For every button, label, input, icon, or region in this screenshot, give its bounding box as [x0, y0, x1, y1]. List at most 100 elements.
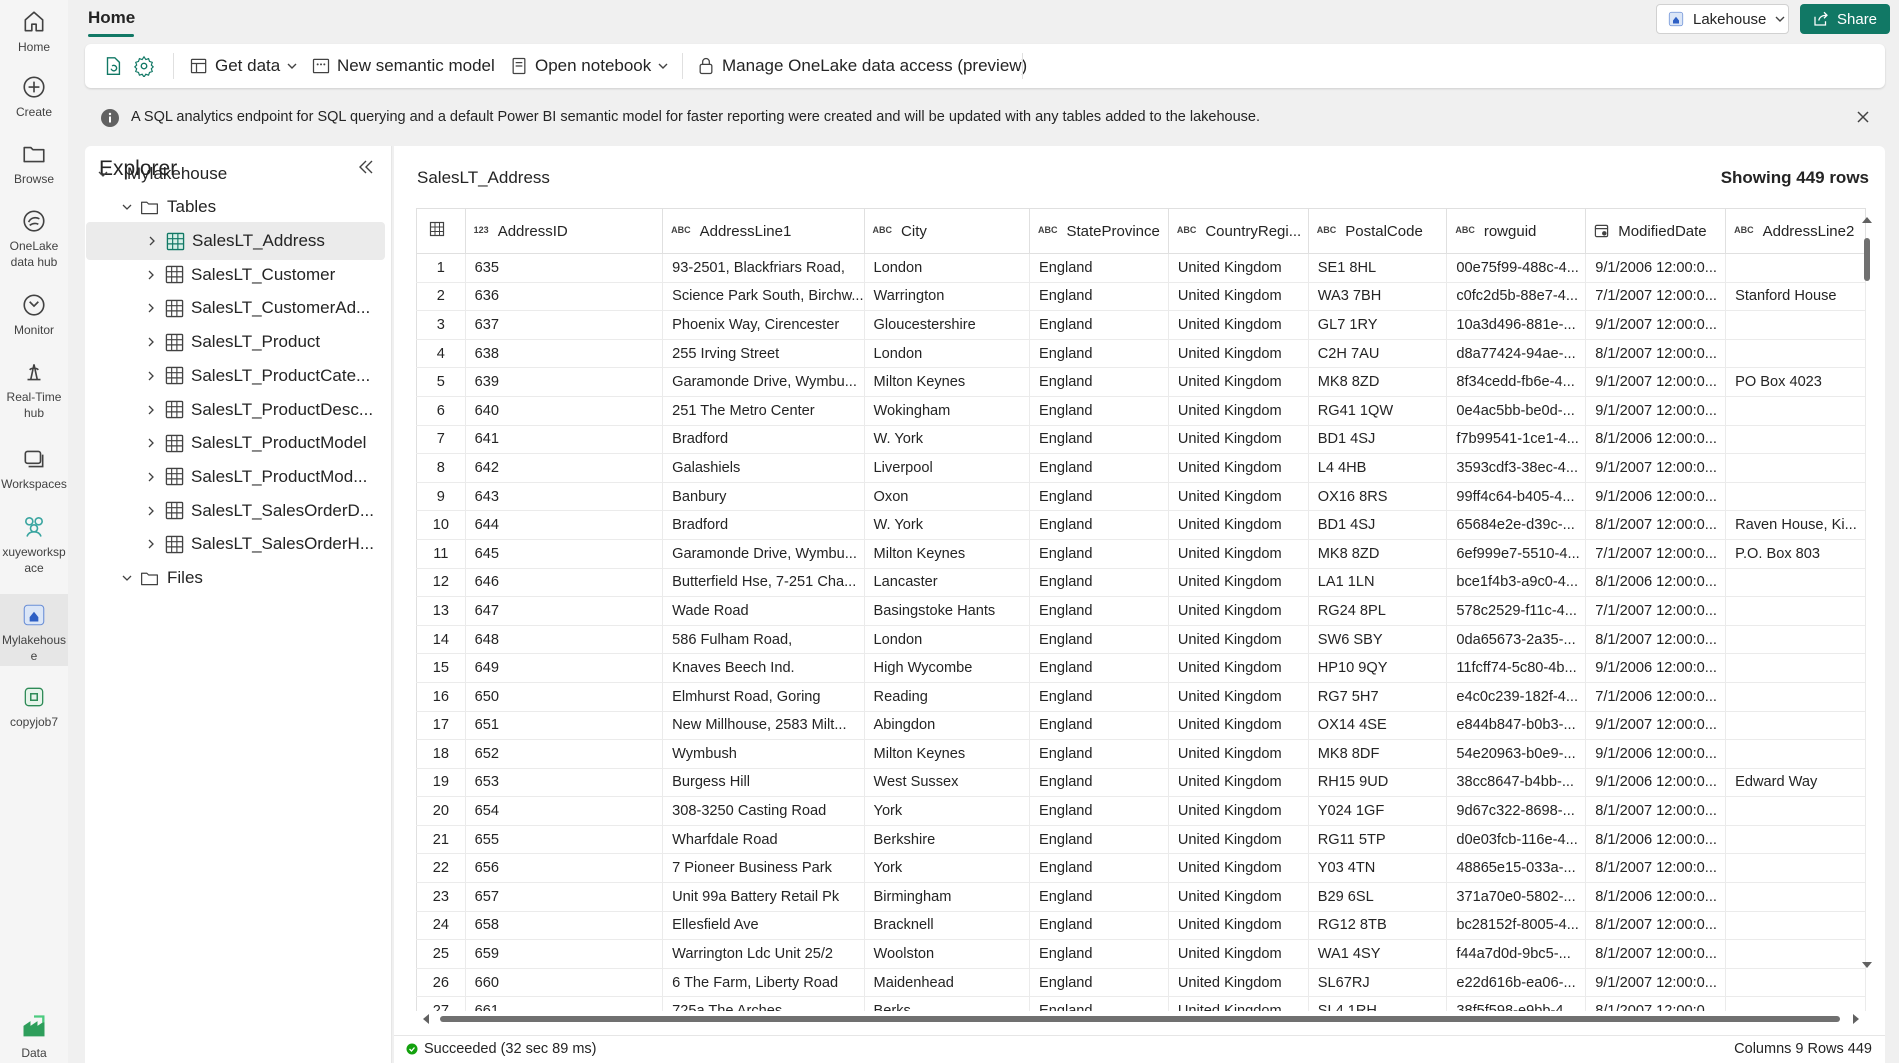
- grid-cell[interactable]: 10a3d496-881e-...: [1446, 310, 1587, 340]
- grid-cell[interactable]: 38cc8647-b4bb-...: [1446, 768, 1587, 798]
- grid-cell[interactable]: MK8 8ZD: [1308, 367, 1448, 397]
- grid-cell[interactable]: B29 6SL: [1308, 882, 1448, 912]
- grid-cell[interactable]: High Wycombe: [864, 653, 1030, 683]
- grid-cell[interactable]: 647: [465, 596, 664, 626]
- grid-cell[interactable]: 8/1/2006 12:00:0...: [1585, 425, 1727, 455]
- grid-cell[interactable]: 3593cdf3-38ec-4...: [1446, 453, 1587, 483]
- grid-cell[interactable]: [1725, 339, 1866, 369]
- grid-cell[interactable]: 54e20963-b0e9-...: [1446, 739, 1587, 769]
- grid-cell[interactable]: RG41 1QW: [1308, 396, 1448, 426]
- grid-cell[interactable]: 8/1/2007 12:00:0...: [1585, 625, 1727, 655]
- grid-cell[interactable]: England: [1029, 968, 1169, 998]
- grid-cell[interactable]: England: [1029, 568, 1169, 598]
- column-header[interactable]: ABC City: [863, 208, 1030, 254]
- grid-cell[interactable]: England: [1029, 425, 1169, 455]
- grid-cell[interactable]: United Kingdom: [1168, 310, 1309, 340]
- grid-cell[interactable]: d8a77424-94ae-...: [1446, 339, 1587, 369]
- grid-cell[interactable]: 251 The Metro Center: [662, 396, 865, 426]
- grid-cell[interactable]: WA3 7BH: [1308, 282, 1448, 312]
- row-number-cell[interactable]: 9: [416, 482, 466, 512]
- grid-cell[interactable]: 650: [465, 682, 664, 712]
- grid-cell[interactable]: 8/1/2007 12:00:0...: [1585, 339, 1727, 369]
- grid-cell[interactable]: PO Box 4023: [1725, 367, 1866, 397]
- settings-button[interactable]: [133, 44, 155, 88]
- grid-cell[interactable]: e4c0c239-182f-4...: [1446, 682, 1587, 712]
- grid-cell[interactable]: 639: [465, 367, 664, 397]
- rail-item-data-factory[interactable]: Data Factory: [0, 1013, 68, 1063]
- grid-cell[interactable]: Woolston: [864, 939, 1030, 969]
- grid-cell[interactable]: England: [1029, 396, 1169, 426]
- grid-cell[interactable]: RH15 9UD: [1308, 768, 1448, 798]
- grid-cell[interactable]: 9/1/2006 12:00:0...: [1585, 653, 1727, 683]
- grid-cell[interactable]: United Kingdom: [1168, 253, 1309, 283]
- grid-cell[interactable]: [1725, 825, 1866, 855]
- grid-cell[interactable]: Oxon: [864, 482, 1030, 512]
- grid-cell[interactable]: 644: [465, 510, 664, 540]
- grid-cell[interactable]: f44a7d0d-9bc5-...: [1446, 939, 1587, 969]
- grid-cell[interactable]: Liverpool: [864, 453, 1030, 483]
- column-header[interactable]: 123 AddressID: [464, 208, 664, 254]
- table-row[interactable]: 17 651 New Millhouse, 2583 Milt... Abingdon…: [416, 711, 1866, 741]
- rail-item-onelake[interactable]: OneLake data hub: [0, 208, 68, 274]
- grid-cell[interactable]: 9/1/2007 12:00:0...: [1585, 968, 1727, 998]
- table-row[interactable]: 14 648 586 Fulham Road, London England United…: [416, 625, 1866, 655]
- rail-item-create[interactable]: Create: [0, 74, 68, 124]
- table-row[interactable]: 27661725a The ArchesBerksEnglandUnited K…: [416, 996, 1866, 1011]
- grid-cell[interactable]: Edward Way: [1725, 768, 1866, 798]
- grid-cell[interactable]: Garamonde Drive, Wymbu...: [662, 367, 865, 397]
- rail-item-realtime[interactable]: Real-Time hub: [0, 359, 68, 425]
- grid-cell[interactable]: 9d67c322-8698-...: [1446, 796, 1587, 826]
- tab-home[interactable]: Home: [88, 8, 135, 28]
- grid-cell[interactable]: [1725, 653, 1866, 683]
- open-notebook-button[interactable]: Open notebook: [509, 44, 669, 88]
- grid-cell[interactable]: C2H 7AU: [1308, 339, 1448, 369]
- row-number-cell[interactable]: 15: [416, 653, 466, 683]
- rail-item-home[interactable]: Home: [0, 6, 68, 56]
- table-row[interactable]: 24 658 Ellesfield Ave Bracknell England Unite…: [416, 911, 1866, 941]
- grid-cell[interactable]: 65684e2e-d39c-...: [1446, 510, 1587, 540]
- grid-cell[interactable]: York: [864, 796, 1030, 826]
- grid-cell[interactable]: 648: [465, 625, 664, 655]
- row-number-cell[interactable]: 1: [416, 253, 466, 283]
- grid-cell[interactable]: England: [1029, 310, 1169, 340]
- table-row[interactable]: 7 641 Bradford W. York England United Kingdom…: [416, 425, 1866, 455]
- grid-cell[interactable]: United Kingdom: [1168, 367, 1309, 397]
- row-number-cell[interactable]: 24: [416, 911, 466, 941]
- column-header[interactable]: ABC StateProvince: [1028, 208, 1169, 254]
- grid-cell[interactable]: 640: [465, 396, 664, 426]
- grid-cell[interactable]: W. York: [864, 510, 1030, 540]
- grid-cell[interactable]: United Kingdom: [1168, 453, 1309, 483]
- grid-cell[interactable]: Abingdon: [864, 711, 1030, 741]
- grid-cell[interactable]: Birmingham: [864, 882, 1030, 912]
- grid-cell[interactable]: 8/1/2006 12:00:0...: [1585, 882, 1727, 912]
- grid-cell[interactable]: 93-2501, Blackfriars Road,: [662, 253, 865, 283]
- grid-cell[interactable]: Raven House, Ki...: [1725, 510, 1866, 540]
- grid-cell[interactable]: United Kingdom: [1168, 568, 1309, 598]
- grid-cell[interactable]: England: [1029, 739, 1169, 769]
- grid-cell[interactable]: West Sussex: [864, 768, 1030, 798]
- row-number-cell[interactable]: 5: [416, 367, 466, 397]
- row-number-cell[interactable]: 7: [416, 425, 466, 455]
- grid-cell[interactable]: bce1f4b3-a9c0-4...: [1446, 568, 1587, 598]
- grid-cell[interactable]: United Kingdom: [1168, 482, 1309, 512]
- column-header[interactable]: ABC AddressLine1: [662, 208, 865, 254]
- grid-cell[interactable]: United Kingdom: [1168, 768, 1309, 798]
- grid-cell[interactable]: RG12 8TB: [1308, 911, 1448, 941]
- table-row[interactable]: 12 646 Butterfield Hse, 7-251 Cha... Lancas…: [416, 568, 1866, 598]
- grid-cell[interactable]: BD1 4SJ: [1308, 425, 1448, 455]
- grid-cell[interactable]: Warrington Ldc Unit 25/2: [662, 939, 865, 969]
- row-number-cell[interactable]: 22: [416, 853, 466, 884]
- grid-cell[interactable]: Warrington: [864, 282, 1030, 312]
- grid-cell[interactable]: [1725, 625, 1866, 655]
- grid-cell[interactable]: 635: [465, 253, 664, 283]
- grid-cell[interactable]: 657: [465, 882, 664, 912]
- table-row[interactable]: 5 639 Garamonde Drive, Wymbu... Milton Keyn…: [416, 367, 1866, 397]
- grid-cell[interactable]: [1725, 596, 1866, 626]
- tree-item-table[interactable]: SalesLT_Address: [86, 222, 385, 260]
- grid-cell[interactable]: HP10 9QY: [1308, 653, 1448, 683]
- tree-item-table[interactable]: SalesLT_Product: [85, 323, 392, 361]
- grid-cell[interactable]: L4 4HB: [1308, 453, 1448, 483]
- grid-cell[interactable]: England: [1029, 453, 1169, 483]
- column-header[interactable]: ABC CountryRegi...: [1167, 208, 1309, 254]
- grid-cell[interactable]: 637: [465, 310, 664, 340]
